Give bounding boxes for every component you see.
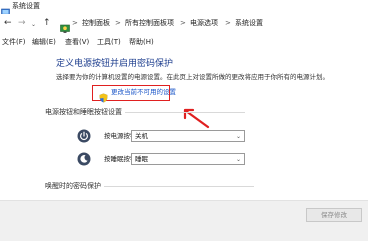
menu-tools[interactable]: 工具(T) bbox=[97, 37, 121, 47]
title-bar: 系统设置 bbox=[0, 0, 368, 17]
section-divider bbox=[125, 112, 245, 113]
window-title: 系统设置 bbox=[12, 2, 40, 10]
section-password-protection-heading: 唤醒时的密码保护 bbox=[45, 182, 101, 190]
power-button-action-select[interactable]: 关机 ⌄ bbox=[131, 130, 245, 142]
menu-edit[interactable]: 编辑(E) bbox=[32, 37, 56, 47]
sleep-button-action-value: 睡眠 bbox=[135, 155, 148, 163]
breadcrumb-separator: > bbox=[180, 19, 186, 27]
back-button[interactable]: ← bbox=[4, 18, 12, 28]
page-title: 定义电源按钮并启用密码保护 bbox=[56, 59, 174, 69]
sleep-button-icon bbox=[77, 151, 91, 170]
save-changes-button[interactable]: 保存修改 bbox=[306, 208, 362, 222]
breadcrumb-control-panel[interactable]: 控制面板 bbox=[82, 18, 110, 28]
section-divider bbox=[104, 186, 254, 187]
section-power-buttons-heading: 电源按钮和睡眠按钮设置 bbox=[45, 108, 122, 116]
chevron-down-icon: ⌄ bbox=[235, 133, 241, 140]
main-content: 定义电源按钮并启用密码保护 选择要为你的计算机设置的电源设置。在此页上对设置所做… bbox=[0, 49, 368, 241]
footer-bar: 保存修改 bbox=[0, 200, 368, 241]
breadcrumb-all-items[interactable]: 所有控制面板项 bbox=[125, 18, 174, 28]
power-button-icon bbox=[77, 128, 91, 147]
power-button-action-value: 关机 bbox=[135, 132, 148, 140]
chevron-down-icon: ⌄ bbox=[235, 156, 241, 163]
menu-help[interactable]: 帮助(H) bbox=[129, 37, 154, 47]
breadcrumb-power-options[interactable]: 电源选项 bbox=[190, 18, 218, 28]
breadcrumb-separator: > bbox=[72, 19, 78, 27]
up-button[interactable]: ↑ bbox=[43, 18, 51, 28]
menu-file[interactable]: 文件(F) bbox=[2, 37, 26, 47]
forward-button[interactable]: → bbox=[18, 18, 26, 28]
page-description: 选择要为你的计算机设置的电源设置。在此页上对设置所做的更改将应用于你所有的电源计… bbox=[56, 73, 329, 81]
breadcrumb-system-settings[interactable]: 系统设置 bbox=[235, 18, 263, 28]
breadcrumb-separator: > bbox=[225, 19, 231, 27]
recent-locations-dropdown[interactable]: ⌄ bbox=[31, 20, 36, 30]
menu-bar: 文件(F) 编辑(E) 查看(V) 工具(T) 帮助(H) bbox=[0, 35, 368, 49]
change-unavailable-settings-link[interactable]: 更改当前不可用的设置 bbox=[111, 88, 176, 97]
breadcrumb-separator: > bbox=[115, 19, 121, 27]
menu-view[interactable]: 查看(V) bbox=[65, 37, 89, 47]
sleep-button-action-select[interactable]: 睡眠 ⌄ bbox=[131, 153, 245, 165]
address-bar: ← → ⌄ ↑ > 控制面板 > 所有控制面板项 > 电源选项 > 系统设置 bbox=[0, 14, 368, 34]
shield-icon bbox=[99, 88, 108, 107]
